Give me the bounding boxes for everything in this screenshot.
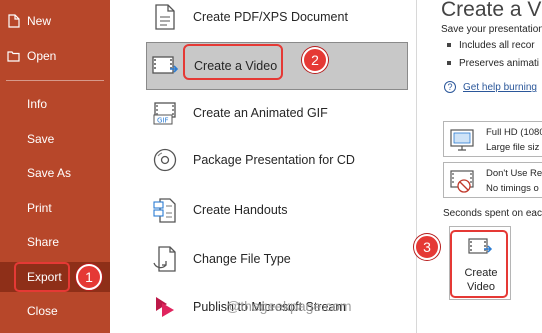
export-option-label: Create Handouts bbox=[193, 203, 288, 217]
seconds-label: Seconds spent on eac bbox=[443, 208, 542, 219]
create-video-highlight-box bbox=[450, 230, 508, 298]
quality-line-2: Large file siz bbox=[486, 142, 540, 153]
nav-item-share[interactable]: Share bbox=[0, 228, 110, 256]
stream-icon bbox=[150, 292, 180, 322]
export-option-label: Create PDF/XPS Document bbox=[193, 10, 348, 24]
step-badge-3: 3 bbox=[414, 234, 440, 260]
nav-item-save[interactable]: Save bbox=[0, 125, 110, 153]
step-badge-1: 1 bbox=[76, 264, 102, 290]
video-quality-dropdown[interactable]: Full HD (1080 Large file siz bbox=[443, 121, 542, 157]
export-option-label: Package Presentation for CD bbox=[193, 153, 355, 167]
export-option-gif[interactable]: GIF Create an Animated GIF bbox=[146, 90, 408, 136]
bullet-2: Preserves animati bbox=[447, 58, 539, 69]
open-folder-icon bbox=[7, 49, 21, 63]
step-badge-2: 2 bbox=[302, 47, 328, 73]
nav-divider bbox=[6, 80, 104, 81]
nav-label-save-as: Save As bbox=[27, 166, 72, 180]
gif-icon: GIF bbox=[150, 98, 180, 128]
timings-dropdown[interactable]: Don't Use Re No timings o bbox=[443, 162, 542, 198]
export-option-package-cd[interactable]: Package Presentation for CD bbox=[146, 137, 408, 183]
nav-label-new: New bbox=[27, 14, 52, 28]
timings-line-2: No timings o bbox=[486, 183, 539, 194]
bullet-1: Includes all recor bbox=[447, 40, 535, 51]
export-option-handouts[interactable]: Create Handouts bbox=[146, 187, 408, 233]
nav-label-close: Close bbox=[27, 304, 58, 318]
help-icon[interactable]: ? bbox=[444, 81, 456, 93]
nav-item-info[interactable]: Info bbox=[0, 90, 110, 118]
bullet-dot bbox=[447, 61, 451, 66]
bullet-dot bbox=[447, 43, 451, 48]
nav-label-print: Print bbox=[27, 201, 52, 215]
bullet-2-text: Preserves animati bbox=[459, 58, 540, 69]
nav-item-print[interactable]: Print bbox=[0, 194, 110, 222]
nav-label-info: Info bbox=[27, 97, 48, 111]
panel-intro: Save your presentation bbox=[441, 24, 542, 35]
export-option-label: Create an Animated GIF bbox=[193, 106, 328, 120]
monitor-icon bbox=[449, 127, 475, 153]
nav-label-share: Share bbox=[27, 235, 60, 249]
export-option-label: Change File Type bbox=[193, 252, 291, 266]
watermark: @thegeekpage.com bbox=[226, 298, 352, 314]
cd-icon bbox=[150, 145, 180, 175]
no-timings-icon bbox=[449, 168, 475, 194]
pdf-document-icon bbox=[150, 2, 180, 32]
create-video-panel: Create a Vid Save your presentation Incl… bbox=[417, 0, 542, 333]
nav-item-open[interactable]: Open bbox=[0, 42, 110, 70]
export-options-list: Create PDF/XPS Document Create a Video G… bbox=[110, 0, 416, 333]
quality-line-1: Full HD (1080 bbox=[486, 127, 542, 138]
nav-item-save-as[interactable]: Save As bbox=[0, 159, 110, 187]
handouts-icon bbox=[150, 195, 180, 225]
nav-item-close[interactable]: Close bbox=[0, 297, 110, 325]
panel-title: Create a Vid bbox=[441, 0, 542, 21]
nav-label-open: Open bbox=[27, 49, 57, 63]
export-option-pdf[interactable]: Create PDF/XPS Document bbox=[146, 0, 408, 40]
help-link[interactable]: Get help burning bbox=[463, 82, 537, 93]
bullet-1-text: Includes all recor bbox=[459, 40, 535, 51]
file-type-icon bbox=[150, 244, 180, 274]
svg-text:GIF: GIF bbox=[157, 117, 169, 125]
export-highlight-box bbox=[14, 262, 70, 292]
timings-line-1: Don't Use Re bbox=[486, 168, 542, 179]
export-option-change-file-type[interactable]: Change File Type bbox=[146, 236, 408, 282]
new-document-icon bbox=[7, 14, 21, 28]
video-icon bbox=[151, 51, 181, 81]
create-video-highlight-box bbox=[183, 44, 283, 80]
nav-label-save: Save bbox=[27, 132, 55, 146]
nav-item-new[interactable]: New bbox=[0, 7, 110, 35]
